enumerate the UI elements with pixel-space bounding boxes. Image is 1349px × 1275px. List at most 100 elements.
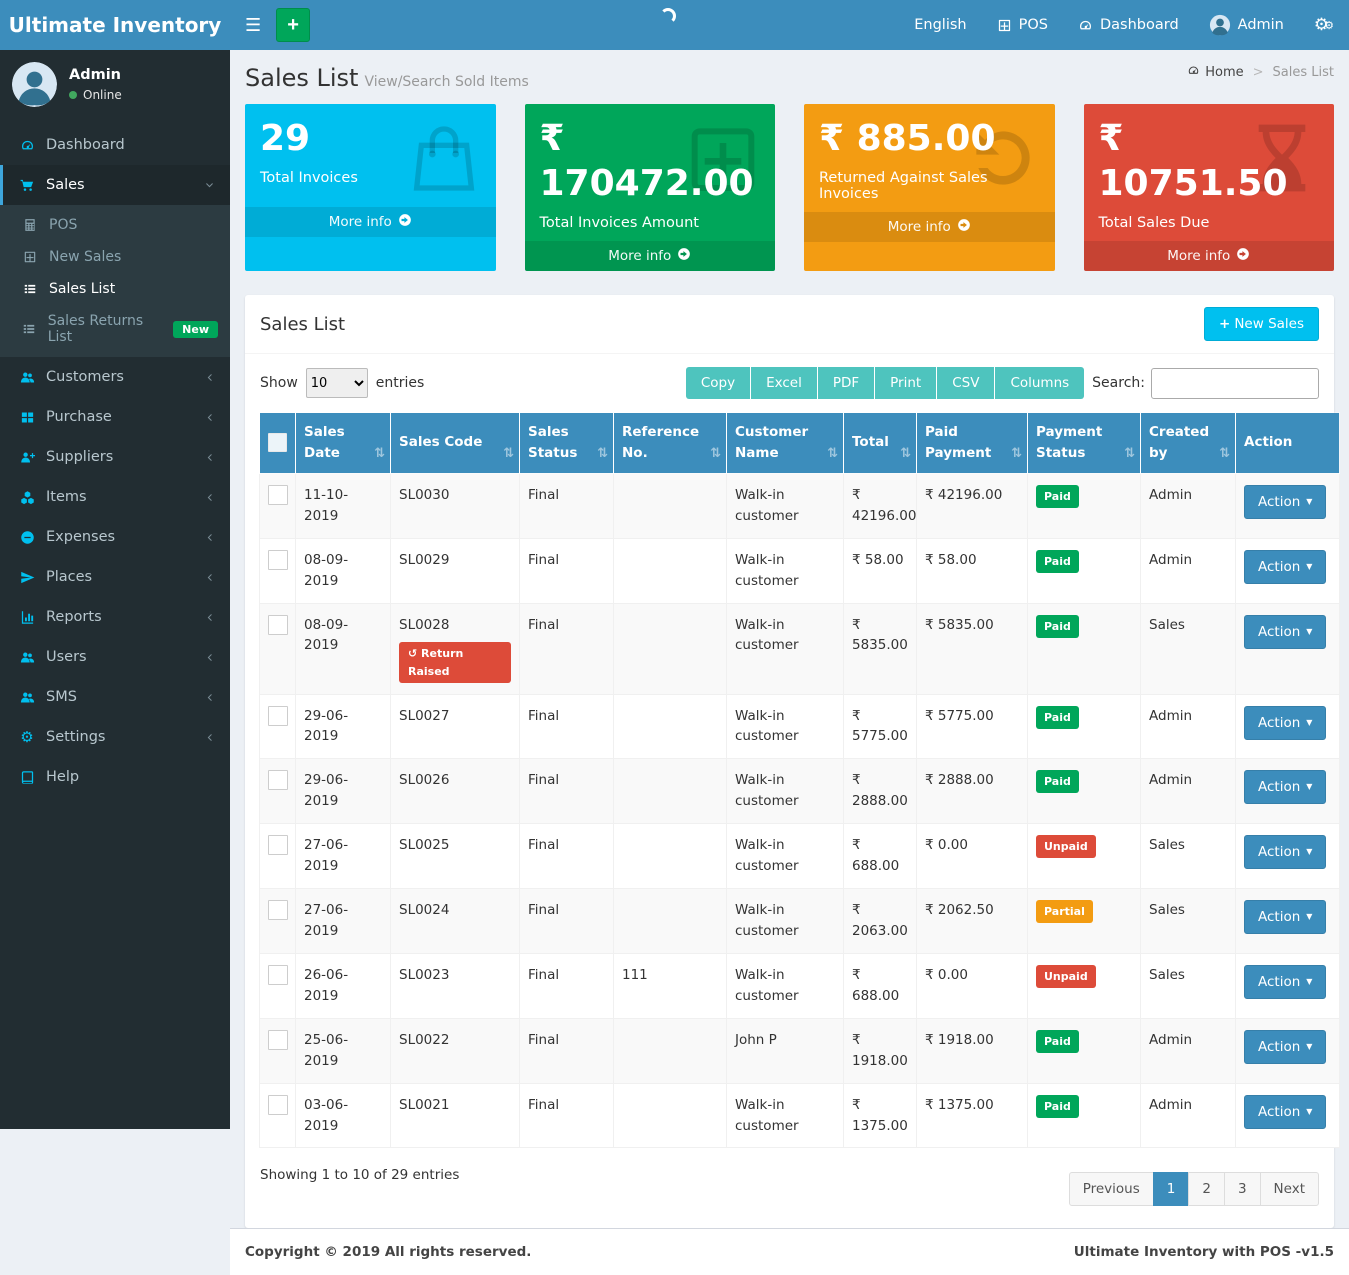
new-sales-button[interactable]: +New Sales — [1204, 307, 1319, 341]
nav-pos[interactable]: POS — [982, 0, 1063, 50]
page-length-select[interactable]: 10 — [306, 368, 368, 398]
action-dropdown-button[interactable]: Action▼ — [1244, 835, 1326, 869]
cell-customer-name: Walk-in customer — [727, 953, 844, 1018]
row-checkbox[interactable] — [268, 550, 288, 570]
sidebar-link-reports[interactable]: Reports — [0, 597, 230, 637]
column-header-paid-payment[interactable]: Paid Payment⇅ — [917, 413, 1028, 474]
sidebar-link-expenses[interactable]: Expenses — [0, 517, 230, 557]
sidebar-link-sales[interactable]: Sales — [0, 165, 230, 205]
row-checkbox[interactable] — [268, 835, 288, 855]
sort-icon[interactable]: ⇅ — [1124, 444, 1135, 464]
action-dropdown-button[interactable]: Action▼ — [1244, 965, 1326, 999]
nav-settings[interactable]: ⚙⚙ — [1299, 0, 1349, 50]
column-header-created-by[interactable]: Created by⇅ — [1141, 413, 1236, 474]
row-checkbox[interactable] — [268, 770, 288, 790]
nav-dashboard[interactable]: Dashboard — [1063, 0, 1194, 50]
sidebar-link-purchase[interactable]: Purchase — [0, 397, 230, 437]
export-csv-button[interactable]: CSV — [937, 367, 995, 399]
column-header-sales-code[interactable]: Sales Code⇅ — [391, 413, 520, 474]
action-dropdown-button[interactable]: Action▼ — [1244, 615, 1326, 649]
infobox-label: Total Invoices Amount — [540, 215, 761, 231]
cell-paid-payment: ₹ 2888.00 — [917, 759, 1028, 824]
row-checkbox[interactable] — [268, 615, 288, 635]
sidebar-item-new-sales[interactable]: New Sales — [0, 241, 230, 273]
pagination-next[interactable]: Next — [1260, 1172, 1319, 1206]
sidebar-link-dashboard[interactable]: Dashboard — [0, 125, 230, 165]
pagination-page-3[interactable]: 3 — [1224, 1172, 1261, 1206]
action-dropdown-button[interactable]: Action▼ — [1244, 706, 1326, 740]
cell-sales-status: Final — [520, 824, 614, 889]
pagination-page-1[interactable]: 1 — [1153, 1172, 1190, 1206]
action-dropdown-button[interactable]: Action▼ — [1244, 900, 1326, 934]
action-dropdown-button[interactable]: Action▼ — [1244, 550, 1326, 584]
quick-add-button[interactable]: + — [276, 8, 310, 42]
infobox-total-invoices-amount: ₹ 170472.00Total Invoices AmountMore inf… — [525, 104, 776, 271]
sidebar-link-settings[interactable]: ⚙Settings — [0, 717, 230, 757]
more-info-link[interactable]: More info — [804, 212, 1055, 242]
nav-user[interactable]: Admin — [1194, 0, 1299, 50]
infobox-label: Total Invoices — [260, 170, 481, 186]
column-header-payment-status[interactable]: Payment Status⇅ — [1028, 413, 1141, 474]
sort-icon[interactable]: ⇅ — [597, 444, 608, 464]
more-info-link[interactable]: More info — [245, 207, 496, 237]
sidebar-item-sales-list[interactable]: Sales List — [0, 273, 230, 305]
sidebar-item-pos[interactable]: POS — [0, 209, 230, 241]
sidebar-link-help[interactable]: Help — [0, 757, 230, 797]
sort-icon[interactable]: ⇅ — [710, 444, 721, 464]
sidebar-link-users[interactable]: Users — [0, 637, 230, 677]
column-header-sales-date[interactable]: Sales Date⇅ — [296, 413, 391, 474]
sidebar-item-sales-returns-list[interactable]: Sales Returns ListNew — [0, 305, 230, 353]
column-header-customer-name[interactable]: Customer Name⇅ — [727, 413, 844, 474]
row-checkbox[interactable] — [268, 485, 288, 505]
users-icon — [18, 690, 36, 705]
row-checkbox[interactable] — [268, 1095, 288, 1115]
nav-language[interactable]: English — [899, 0, 981, 50]
sidebar-link-items[interactable]: Items — [0, 477, 230, 517]
sidebar-link-suppliers[interactable]: Suppliers — [0, 437, 230, 477]
sort-icon[interactable]: ⇅ — [1011, 444, 1022, 464]
more-info-link[interactable]: More info — [525, 241, 776, 271]
more-info-link[interactable]: More info — [1084, 241, 1335, 271]
breadcrumb-home[interactable]: Home — [1187, 64, 1243, 81]
search-input[interactable] — [1151, 368, 1319, 399]
sort-icon[interactable]: ⇅ — [503, 444, 514, 464]
row-checkbox[interactable] — [268, 1030, 288, 1050]
cell-sales-status: Final — [520, 759, 614, 824]
action-dropdown-button[interactable]: Action▼ — [1244, 485, 1326, 519]
sort-icon[interactable]: ⇅ — [900, 444, 911, 464]
main-column: Sales ListView/Search Sold Items Home>Sa… — [230, 50, 1349, 1129]
app-logo[interactable]: Ultimate Inventory — [0, 0, 230, 50]
sidebar-link-customers[interactable]: Customers — [0, 357, 230, 397]
sort-icon[interactable]: ⇅ — [1219, 444, 1230, 464]
export-pdf-button[interactable]: PDF — [818, 367, 875, 399]
infobox-label: Returned Against Sales Invoices — [819, 170, 1040, 202]
export-excel-button[interactable]: Excel — [751, 367, 818, 399]
pagination-page-2[interactable]: 2 — [1188, 1172, 1225, 1206]
payment-status-badge: Partial — [1036, 900, 1093, 923]
caret-down-icon: ▼ — [1306, 847, 1312, 856]
cell-paid-payment: ₹ 1375.00 — [917, 1083, 1028, 1148]
pagination-previous[interactable]: Previous — [1069, 1172, 1154, 1206]
cell-sales-date: 08-09-2019 — [296, 603, 391, 694]
row-checkbox[interactable] — [268, 900, 288, 920]
column-header-reference-no[interactable]: Reference No.⇅ — [614, 413, 727, 474]
action-dropdown-button[interactable]: Action▼ — [1244, 1030, 1326, 1064]
select-all-checkbox[interactable] — [268, 433, 287, 452]
sort-icon[interactable]: ⇅ — [374, 444, 385, 464]
export-print-button[interactable]: Print — [875, 367, 937, 399]
table-row: 25-06-2019SL0022FinalJohn P₹ 1918.00₹ 19… — [260, 1018, 1340, 1083]
action-dropdown-button[interactable]: Action▼ — [1244, 1095, 1326, 1129]
column-header-sales-status[interactable]: Sales Status⇅ — [520, 413, 614, 474]
sidebar-link-sms[interactable]: SMS — [0, 677, 230, 717]
export-columns-button[interactable]: Columns — [995, 367, 1084, 399]
export-copy-button[interactable]: Copy — [686, 367, 751, 399]
sort-icon[interactable]: ⇅ — [827, 444, 838, 464]
right-controls: CopyExcelPDFPrintCSVColumns Search: — [686, 367, 1319, 399]
row-checkbox[interactable] — [268, 965, 288, 985]
users-icon — [18, 650, 36, 665]
sidebar-link-places[interactable]: Places — [0, 557, 230, 597]
action-dropdown-button[interactable]: Action▼ — [1244, 770, 1326, 804]
row-checkbox[interactable] — [268, 706, 288, 726]
sidebar-toggle-icon[interactable]: ☰ — [230, 15, 276, 36]
column-header-total[interactable]: Total⇅ — [844, 413, 917, 474]
